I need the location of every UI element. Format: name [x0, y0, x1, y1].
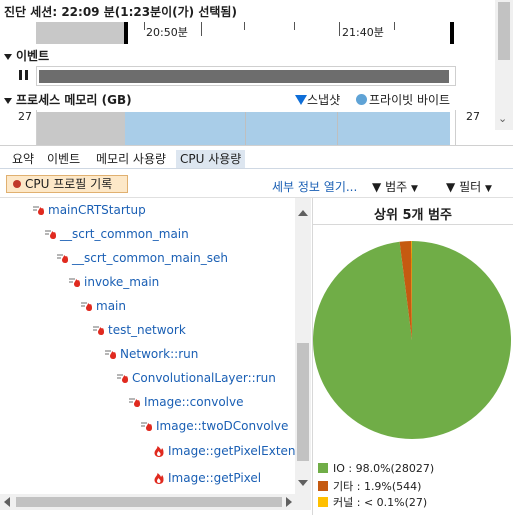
tab-events[interactable]: 이벤트	[43, 150, 84, 168]
hot-path-icon	[140, 420, 154, 432]
category-pie-chart	[313, 241, 511, 439]
hot-path-icon	[44, 228, 58, 240]
hot-path-icon	[80, 300, 94, 312]
collapse-icon[interactable]	[4, 53, 12, 60]
tree-node[interactable]: Image::twoDConvolve	[140, 418, 288, 434]
chevron-down-icon[interactable]	[298, 480, 308, 486]
chevron-down-icon: ▼	[410, 184, 418, 194]
tree-node[interactable]: Image::convolve	[128, 394, 243, 410]
memory-y-left: 27	[18, 110, 32, 123]
events-header[interactable]: 이벤트	[4, 47, 49, 64]
flame-icon	[152, 445, 166, 457]
diagnostic-timeline: 진단 세션: 22:09 분(1:23분이(가) 선택됨) 20:50분 21:…	[0, 0, 495, 145]
tree-node[interactable]: invoke_main	[68, 274, 159, 290]
time-label-2140: 21:40분	[342, 26, 384, 39]
tab-memory-usage[interactable]: 메모리 사용량	[92, 150, 170, 168]
hot-path-icon	[32, 204, 46, 216]
tree-node[interactable]: Image::getPixelExtend	[152, 443, 303, 459]
record-cpu-profile-button[interactable]: CPU 프로필 기록	[6, 175, 128, 193]
chevron-left-icon[interactable]	[4, 497, 10, 507]
tab-cpu-usage[interactable]: CPU 사용량	[176, 150, 246, 168]
hot-path-icon	[92, 324, 106, 336]
legend-private-bytes: 프라이빗 바이트	[356, 91, 450, 108]
tree-node[interactable]: __scrt_common_main_seh	[56, 250, 228, 266]
open-details-link[interactable]: 세부 정보 열기...	[272, 178, 357, 195]
tree-vertical-scrollbar[interactable]	[295, 198, 311, 494]
pause-icon[interactable]	[19, 70, 29, 80]
legend-swatch	[318, 481, 328, 491]
legend-snapshot: 스냅샷	[295, 91, 340, 108]
chevron-down-icon[interactable]: ⌄	[498, 112, 507, 125]
hot-path-icon	[68, 276, 82, 288]
snapshot-triangle-icon	[295, 95, 307, 105]
time-label-2050: 20:50분	[146, 26, 188, 39]
hot-path-icon	[116, 372, 130, 384]
legend-item: 기타 : 1.9%(544)	[318, 478, 421, 494]
legend-item: IO : 98.0%(28027)	[318, 462, 434, 475]
tree-node[interactable]: Network::run	[104, 346, 198, 362]
chevron-down-icon: ▼	[484, 184, 492, 194]
events-track[interactable]	[36, 66, 456, 86]
tab-summary[interactable]: 요약	[8, 150, 38, 168]
chart-title: 상위 5개 범주	[374, 208, 452, 223]
tree-node[interactable]: Image::getPixel	[152, 470, 261, 486]
tree-node[interactable]: __scrt_common_main	[44, 226, 189, 242]
tree-node[interactable]: test_network	[92, 322, 186, 338]
filter-funnel-icon: ▼	[446, 180, 456, 194]
legend-swatch	[318, 463, 328, 473]
category-dropdown[interactable]: ▼ 범주 ▼	[372, 178, 418, 195]
hot-path-icon	[104, 348, 118, 360]
flame-icon	[152, 472, 166, 484]
memory-header[interactable]: 프로세스 메모리 (GB)	[4, 91, 132, 108]
record-icon	[13, 180, 21, 188]
time-ruler[interactable]: 20:50분 21:40분	[124, 22, 456, 44]
collapse-icon[interactable]	[4, 97, 12, 104]
filter-funnel-icon: ▼	[372, 180, 382, 194]
memory-y-right: 27	[466, 110, 480, 123]
top-scrollbar[interactable]: ⌄	[495, 0, 513, 130]
chevron-up-icon[interactable]	[298, 210, 308, 216]
tree-node[interactable]: ConvolutionalLayer::run	[116, 370, 276, 386]
call-tree-panel[interactable]: mainCRTStartup __scrt_common_main __scrt…	[0, 198, 303, 494]
legend-swatch	[318, 497, 328, 507]
hot-path-icon	[128, 396, 142, 408]
tree-node[interactable]: mainCRTStartup	[32, 202, 146, 218]
hot-path-icon	[56, 252, 70, 264]
tree-node[interactable]: main	[80, 298, 126, 314]
legend-item: 커널 : < 0.1%(27)	[318, 494, 427, 510]
filter-dropdown[interactable]: ▼ 필터 ▼	[446, 178, 492, 195]
tree-horizontal-scrollbar[interactable]	[0, 494, 311, 510]
session-title: 진단 세션: 22:09 분(1:23분이(가) 선택됨)	[4, 5, 237, 19]
chevron-right-icon[interactable]	[286, 497, 292, 507]
memory-graph[interactable]	[36, 110, 456, 145]
private-bytes-dot-icon	[356, 94, 367, 105]
